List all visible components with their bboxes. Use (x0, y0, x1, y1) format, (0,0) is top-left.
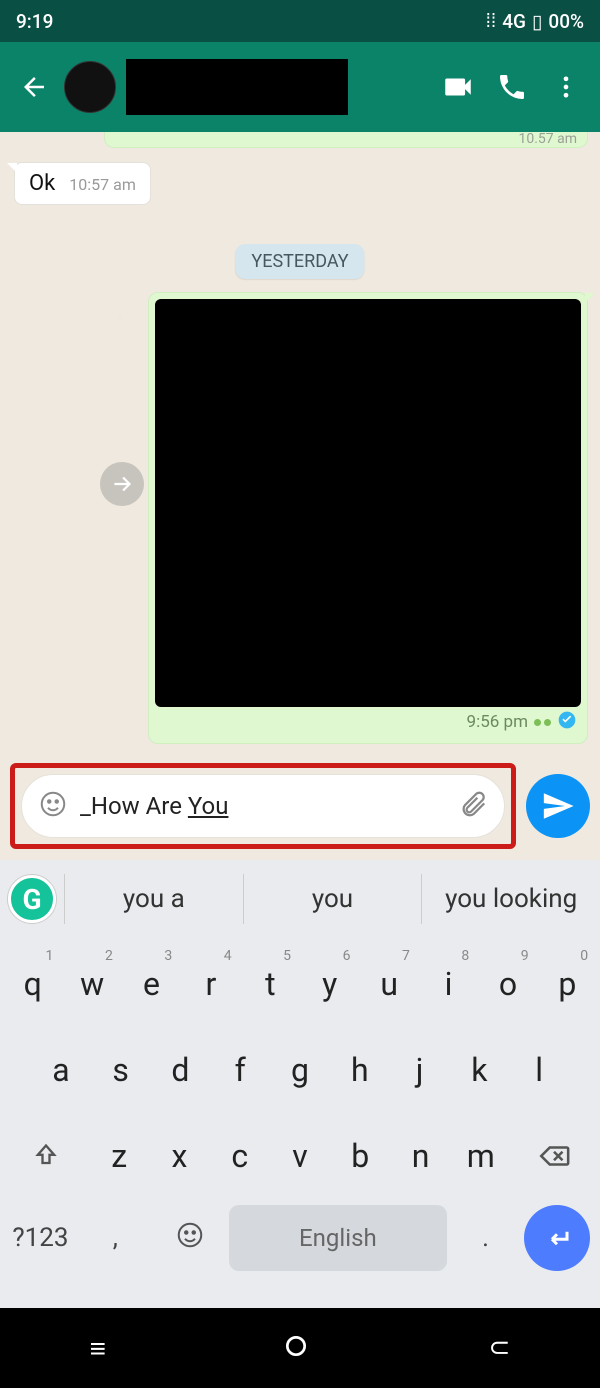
message-input[interactable]: _How Are You (80, 792, 446, 820)
key-r[interactable]: 4r (182, 944, 239, 1024)
message-text: Ok (29, 171, 55, 196)
emoji-button[interactable] (38, 789, 68, 823)
recent-apps-button[interactable]: ≡ (90, 1332, 104, 1365)
key-c[interactable]: c (211, 1116, 269, 1196)
key-m[interactable]: m (452, 1116, 510, 1196)
key-k[interactable]: k (450, 1030, 508, 1110)
period-key[interactable]: . (449, 1223, 522, 1253)
key-v[interactable]: v (271, 1116, 329, 1196)
comma-key[interactable]: , (79, 1223, 152, 1253)
key-l[interactable]: l (510, 1030, 568, 1110)
network-label: 4G (502, 10, 526, 33)
key-d[interactable]: d (152, 1030, 210, 1110)
key-b[interactable]: b (331, 1116, 389, 1196)
voice-call-button[interactable] (488, 63, 536, 111)
send-button[interactable] (526, 774, 590, 838)
contact-name-redacted[interactable] (126, 59, 348, 115)
outgoing-media-bubble[interactable]: 9:56 pm (148, 292, 588, 744)
emoji-kb-key[interactable] (154, 1220, 227, 1257)
symbols-key[interactable]: ?123 (4, 1223, 77, 1253)
attach-button[interactable] (458, 789, 488, 823)
suggestion-3[interactable]: you looking (421, 874, 600, 924)
highlighted-input-area: _How Are You (10, 763, 516, 849)
read-receipt-icon (557, 710, 577, 735)
input-row: _How Are You (0, 752, 600, 860)
message-time: 10:57 am (69, 175, 136, 194)
incoming-message-bubble[interactable]: Ok 10:57 am (14, 162, 151, 205)
key-g[interactable]: g (271, 1030, 329, 1110)
back-nav-button[interactable]: ⊂ (489, 1333, 511, 1363)
media-image-redacted[interactable] (155, 299, 581, 707)
enter-key[interactable] (524, 1205, 590, 1271)
key-o[interactable]: 9o (479, 944, 536, 1024)
status-time: 9:19 (16, 10, 53, 33)
forward-button[interactable] (100, 462, 144, 506)
shift-key[interactable] (4, 1116, 88, 1196)
battery-label: 00% (548, 10, 584, 33)
backspace-key[interactable] (512, 1116, 596, 1196)
key-j[interactable]: j (391, 1030, 449, 1110)
key-h[interactable]: h (331, 1030, 389, 1110)
battery-icon: ▯ (532, 10, 542, 33)
key-s[interactable]: s (92, 1030, 150, 1110)
key-x[interactable]: x (150, 1116, 208, 1196)
suggestion-1[interactable]: you a (64, 874, 243, 924)
key-y[interactable]: 6y (301, 944, 358, 1024)
home-button[interactable] (283, 1333, 309, 1363)
suggestion-bar: G you a you you looking (0, 860, 600, 938)
signal-icon: ⁞⁞ (486, 9, 497, 33)
android-nav-bar: ≡ ⊂ (0, 1308, 600, 1388)
key-f[interactable]: f (211, 1030, 269, 1110)
key-z[interactable]: z (90, 1116, 148, 1196)
chat-area[interactable]: 10.57 am Ok 10:57 am YESTERDAY 9:56 pm (0, 132, 600, 752)
key-u[interactable]: 7u (360, 944, 417, 1024)
back-button[interactable] (10, 63, 58, 111)
key-e[interactable]: 3e (123, 944, 180, 1024)
space-key[interactable]: English (229, 1205, 448, 1271)
key-t[interactable]: 5t (242, 944, 299, 1024)
key-w[interactable]: 2w (63, 944, 120, 1024)
contact-avatar[interactable] (64, 61, 116, 113)
date-separator: YESTERDAY (235, 244, 364, 279)
keyboard: 1q2w3e4r5t6y7u8i9o0p asdfghjkl zxcvbnm ?… (0, 938, 600, 1308)
partial-message-bubble: 10.57 am (104, 132, 588, 148)
grammarly-icon[interactable]: G (8, 875, 56, 923)
app-bar (0, 42, 600, 132)
media-meta: 9:56 pm (155, 707, 581, 737)
key-n[interactable]: n (391, 1116, 449, 1196)
video-call-button[interactable] (434, 63, 482, 111)
status-bar: 9:19 ⁞⁞ 4G ▯ 00% (0, 0, 600, 42)
key-a[interactable]: a (32, 1030, 90, 1110)
key-p[interactable]: 0p (539, 944, 596, 1024)
key-q[interactable]: 1q (4, 944, 61, 1024)
key-i[interactable]: 8i (420, 944, 477, 1024)
more-menu-button[interactable] (542, 63, 590, 111)
message-input-pill[interactable]: _How Are You (21, 774, 505, 838)
suggestion-2[interactable]: you (243, 874, 422, 924)
media-time: 9:56 pm (467, 712, 528, 732)
